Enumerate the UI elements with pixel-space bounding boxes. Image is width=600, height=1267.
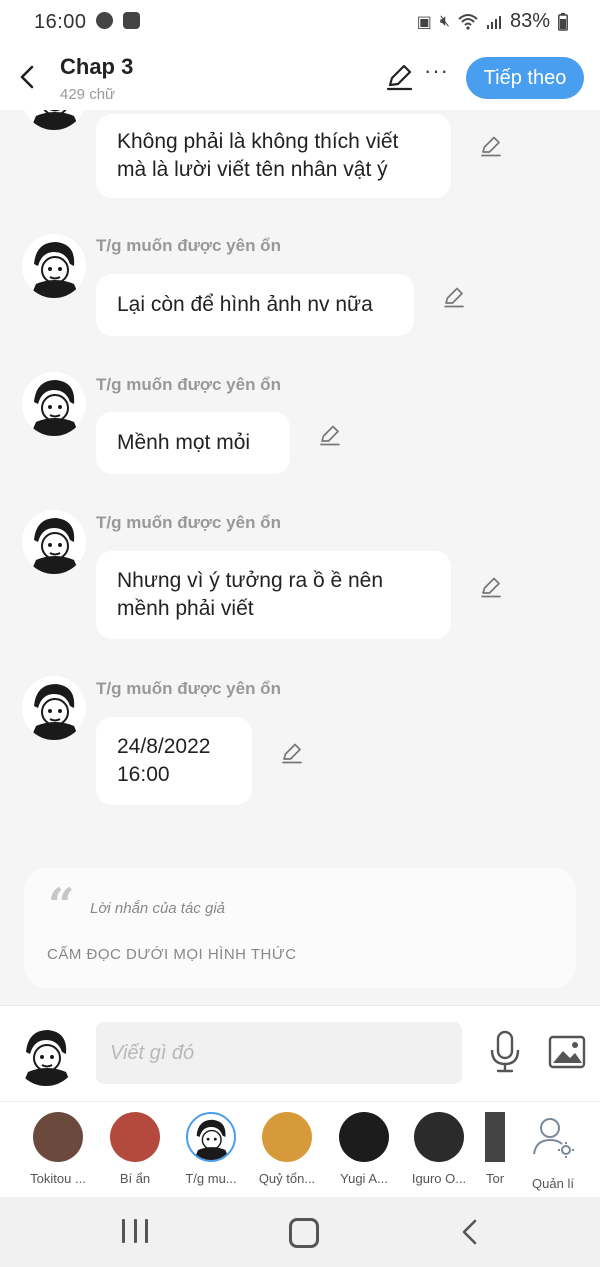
author-note-card: “ Lời nhắn của tác giả CẤM ĐỌC DƯỚI MỌI … [24,868,576,988]
character-name: T/g mu... [185,1171,237,1186]
message-line: 24/8/2022 [117,735,211,758]
message-line: Lại còn để hình ảnh nv nữa [117,293,373,316]
app-notification-icon [123,12,140,29]
avatar[interactable] [22,676,86,740]
character-name: Bí ẩn [119,1171,151,1186]
status-time: 16:00 [34,11,87,33]
avatar[interactable] [22,372,86,436]
word-count: 429 chữ [60,86,116,103]
character-name: Iguro O... [411,1171,467,1186]
battery-icon [558,12,568,31]
character-avatar [186,1112,236,1162]
next-chapter-button[interactable]: Tiếp theo [466,57,584,99]
character-avatar [485,1112,505,1162]
battery-percent: 83% [509,10,550,32]
message-line: Nhưng vì ý tưởng ra ồ ề nên [117,569,384,592]
current-character-avatar[interactable] [14,1022,78,1086]
chapter-title: Chap 3 [60,54,134,79]
character-avatar [33,1112,83,1162]
character-name: Yugi A... [340,1171,388,1186]
sender-name: T/g muốn được yên ổn [96,375,281,394]
character-yugi[interactable]: Yugi A... [329,1112,399,1186]
message-input-placeholder: Viết gì đó [110,1041,195,1064]
character-quy[interactable]: Quỷ tổn... [252,1112,322,1186]
avatar[interactable] [22,234,86,298]
back-button[interactable] [12,60,42,94]
message-line: Không phải là không thích viết [117,130,399,153]
character-avatar [110,1112,160,1162]
message-line: mà là lười viết tên nhân vật ý [117,158,388,181]
user-settings-icon [533,1118,574,1158]
system-nav-bar [0,1197,600,1267]
character-author[interactable]: T/g mu... [176,1112,246,1186]
avatar[interactable] [22,510,86,574]
image-icon[interactable] [548,1034,586,1070]
sender-name: T/g muốn được yên ổn [96,513,281,532]
edit-message-icon[interactable] [318,423,342,447]
manga-avatar-icon [22,372,86,436]
status-right: ▣ 🔇︎ 83% [417,10,568,33]
chapter-header: Chap 3 429 chữ ··· Tiếp theo [0,44,600,110]
message-bubble[interactable]: Mềnh mọt mỏi [96,412,290,474]
character-bi-an[interactable]: Bí ẩn [100,1112,170,1186]
message-composer: Viết gì đó [0,1005,600,1102]
character-avatar [339,1112,389,1162]
author-note-label: Lời nhắn của tác giả [90,900,225,917]
sender-name: T/g muốn được yên ổn [96,236,281,255]
edit-message-icon[interactable] [280,741,304,765]
character-tokitou[interactable]: Tokitou ... [23,1112,93,1186]
character-bar: Tokitou ... Bí ẩn T/g mu... Quỷ tổn... Y… [0,1101,600,1198]
signal-icon [486,15,501,29]
character-tor[interactable]: Tor [470,1112,520,1186]
manga-avatar-icon [22,234,86,298]
recents-button[interactable] [122,1219,148,1243]
message-line: mềnh phải viết [117,597,254,620]
edit-message-icon[interactable] [479,134,503,158]
manga-avatar-icon [193,1119,230,1160]
status-bar: 16:00 ▣ 🔇︎ 83% [0,0,600,44]
edit-message-icon[interactable] [479,575,503,599]
character-avatar [262,1112,312,1162]
character-name: Quỷ tổn... [258,1171,316,1186]
more-options-button[interactable]: ··· [424,58,449,84]
manage-characters-button[interactable]: Quản lí [518,1112,588,1191]
edit-chapter-icon[interactable] [384,62,414,92]
quote-icon: “ [48,878,75,932]
character-name: Tor [485,1171,505,1186]
home-button[interactable] [289,1218,319,1248]
message-line: 16:00 [117,763,170,786]
character-avatar [414,1112,464,1162]
manga-avatar-icon [22,510,86,574]
message-line: Mềnh mọt mỏi [117,431,251,454]
character-name: Tokitou ... [30,1171,86,1186]
message-input[interactable]: Viết gì đó [96,1022,462,1084]
microphone-icon[interactable] [488,1030,522,1074]
edit-message-icon[interactable] [442,285,466,309]
manga-avatar-icon [22,676,86,740]
character-iguro[interactable]: Iguro O... [404,1112,474,1186]
author-note-text: CẤM ĐỌC DƯỚI MỌI HÌNH THỨC [47,946,297,963]
wifi-icon [458,13,478,30]
manga-avatar-icon [14,1022,78,1086]
message-bubble[interactable]: Không phải là không thích viết mà là lườ… [96,114,451,198]
sender-name: T/g muốn được yên ổn [96,679,281,698]
avatar[interactable] [22,110,86,130]
notification-icons [96,12,140,29]
lock-icon: ▣ [416,13,432,31]
message-bubble[interactable]: Nhưng vì ý tưởng ra ồ ề nên mềnh phải vi… [96,551,451,639]
character-name: Quản lí [532,1176,574,1191]
system-back-icon[interactable] [456,1217,484,1247]
chevron-left-icon [20,65,34,89]
manga-avatar-icon [24,110,84,130]
messenger-icon [96,12,113,29]
message-bubble[interactable]: Lại còn để hình ảnh nv nữa [96,274,414,336]
mute-icon: 🔇︎ [439,12,450,30]
message-bubble[interactable]: 24/8/2022 16:00 [96,717,252,805]
